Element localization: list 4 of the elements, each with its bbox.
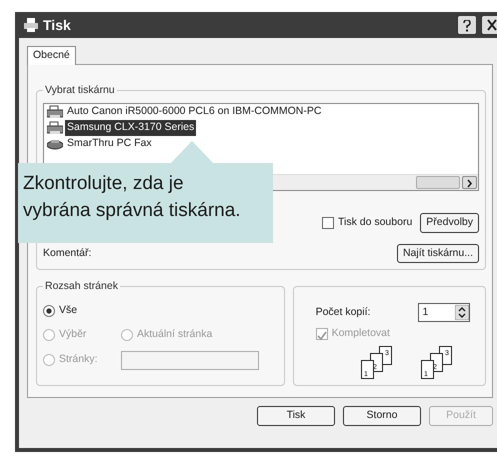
group-title: Vybrat tiskárnu bbox=[43, 82, 117, 98]
copies-label: Počet kopií: bbox=[316, 304, 370, 320]
window-title: Tisk bbox=[43, 16, 71, 34]
comment-label: Komentář: bbox=[43, 246, 92, 260]
